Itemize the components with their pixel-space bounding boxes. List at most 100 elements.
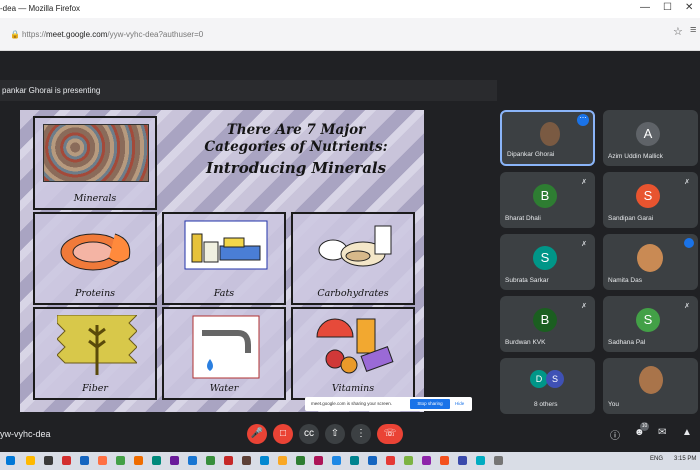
app-icon[interactable] <box>350 456 359 465</box>
app-icon[interactable] <box>152 456 161 465</box>
participant-name: Sandipan Garai <box>608 215 654 222</box>
participant-name: Namita Das <box>608 277 642 284</box>
presenting-banner: pankar Ghorai is presenting <box>0 80 497 101</box>
participant-tile[interactable]: ✗ S Subrata Sarkar <box>500 234 595 290</box>
bread-image <box>318 225 392 267</box>
participant-tile[interactable]: ✗ S Sandipan Garai <box>603 172 698 228</box>
hide-button[interactable]: Hide <box>455 397 464 411</box>
mic-off-icon: ✗ <box>581 241 587 248</box>
avatar: A <box>636 122 660 146</box>
end-call-button[interactable]: ☏ <box>377 424 403 444</box>
participant-tile[interactable]: A Azim Uddin Mallick <box>603 110 698 166</box>
fruit-pills-image <box>316 318 394 374</box>
app-icon[interactable] <box>242 456 251 465</box>
app-icon[interactable] <box>386 456 395 465</box>
app-icon[interactable] <box>116 456 125 465</box>
avatar: B <box>533 308 557 332</box>
hamburger-menu-icon[interactable]: ≡ <box>690 24 696 36</box>
fats-panel: Fats <box>162 212 286 305</box>
slide-title-line: There Are 7 Major <box>226 122 366 138</box>
label-vitamins: Vitamins <box>331 383 375 394</box>
maximize-icon[interactable]: ☐ <box>663 2 672 13</box>
app-icon[interactable] <box>62 456 71 465</box>
app-icon[interactable] <box>80 456 89 465</box>
label-carbohydrates: Carbohydrates <box>317 288 389 299</box>
captions-button[interactable]: cc <box>299 424 319 444</box>
participant-tile[interactable]: ⋯ Dipankar Ghorai <box>500 110 595 166</box>
language-indicator[interactable]: ENG <box>650 456 663 462</box>
people-count-badge: 10 <box>640 422 649 431</box>
meat-image <box>60 233 131 271</box>
app-icon[interactable] <box>44 456 53 465</box>
close-icon[interactable]: ✕ <box>685 2 693 13</box>
participant-name: You <box>608 401 619 408</box>
window-titlebar: -dea — Mozilla Firefox — ☐ ✕ <box>0 0 700 18</box>
app-icon[interactable] <box>206 456 215 465</box>
minimize-icon[interactable]: — <box>640 2 650 13</box>
clock[interactable]: 3:15 PM <box>674 456 696 462</box>
participant-tile-others[interactable]: D S 8 others <box>500 358 595 414</box>
participant-tile[interactable]: ✗ S Sadhana Pal <box>603 296 698 352</box>
participant-name: Sadhana Pal <box>608 339 646 346</box>
more-options-icon[interactable]: ⋯ <box>577 114 589 126</box>
more-options-button[interactable]: ⋮ <box>351 424 371 444</box>
app-icon[interactable] <box>458 456 467 465</box>
app-icon[interactable] <box>476 456 485 465</box>
app-icon[interactable] <box>170 456 179 465</box>
app-icon[interactable] <box>332 456 341 465</box>
participant-photo <box>639 366 663 394</box>
proteins-panel: Proteins <box>33 212 157 305</box>
app-icon[interactable] <box>260 456 269 465</box>
url-prefix: https:// <box>21 30 46 39</box>
app-icon[interactable] <box>422 456 431 465</box>
mic-off-button[interactable]: 🎤 <box>247 424 267 444</box>
app-icon[interactable] <box>134 456 143 465</box>
carbohydrates-panel: Carbohydrates <box>291 212 415 305</box>
participant-name: 8 others <box>534 401 558 408</box>
browser-toolbar: 🔒 https://meet.google.com/yyw-vyhc-dea?au… <box>0 18 700 51</box>
info-icon[interactable]: ⓘ <box>610 427 620 442</box>
label-fiber: Fiber <box>82 383 108 394</box>
participant-name: Burdwan KVK <box>505 339 546 346</box>
stop-sharing-button[interactable]: Stop sharing <box>410 399 450 409</box>
participant-name: Bharat Dhali <box>505 215 541 222</box>
participant-tile[interactable]: ✗ B Burdwan KVK <box>500 296 595 352</box>
app-icon[interactable] <box>278 456 287 465</box>
lock-icon: 🔒 <box>10 30 20 39</box>
participant-tile[interactable]: ✗ B Bharat Dhali <box>500 172 595 228</box>
app-icon[interactable] <box>404 456 413 465</box>
chat-icon[interactable]: ✉ <box>658 427 666 438</box>
share-notice-text: meet.google.com is sharing your screen. <box>311 401 393 406</box>
app-icon[interactable] <box>296 456 305 465</box>
label-fats: Fats <box>213 288 235 299</box>
url-domain: meet.google.com <box>45 30 108 39</box>
activities-icon[interactable]: ▲ <box>682 427 692 438</box>
faucet-image <box>192 315 260 379</box>
meeting-code: yw-vyhc-dea <box>0 429 51 439</box>
app-icon[interactable] <box>440 456 449 465</box>
mic-off-icon: ✗ <box>581 303 587 310</box>
app-icon[interactable] <box>224 456 233 465</box>
present-button[interactable]: ⇧ <box>325 424 345 444</box>
bookmark-star-icon[interactable]: ☆ <box>673 25 683 38</box>
label-minerals: Minerals <box>73 193 117 204</box>
camera-off-button[interactable]: □ <box>273 424 293 444</box>
participant-tile-self[interactable]: You <box>603 358 698 414</box>
app-icon[interactable] <box>368 456 377 465</box>
shared-screen: There Are 7 Major Categories of Nutrient… <box>20 110 424 412</box>
file-explorer-icon[interactable] <box>26 456 35 465</box>
participant-tile[interactable]: Namita Das <box>603 234 698 290</box>
app-icon[interactable] <box>314 456 323 465</box>
address-bar[interactable]: 🔒 https://meet.google.com/yyw-vyhc-dea?au… <box>10 27 650 43</box>
participant-name: Dipankar Ghorai <box>507 151 555 158</box>
meeting-controls: yw-vyhc-dea 🎤 □ cc ⇧ ⋮ ☏ ⓘ ☻ 10 ✉ ▲ <box>0 418 700 452</box>
rocks-image <box>43 124 149 182</box>
firefox-icon[interactable] <box>98 456 107 465</box>
url-path: /yyw-vyhc-dea?authuser=0 <box>107 30 204 39</box>
wheat-image <box>57 315 137 375</box>
windows-start-icon[interactable] <box>6 456 15 465</box>
mic-off-icon: ✗ <box>684 179 690 186</box>
app-icon[interactable] <box>494 456 503 465</box>
participant-name: Azim Uddin Mallick <box>608 153 663 160</box>
app-icon[interactable] <box>188 456 197 465</box>
